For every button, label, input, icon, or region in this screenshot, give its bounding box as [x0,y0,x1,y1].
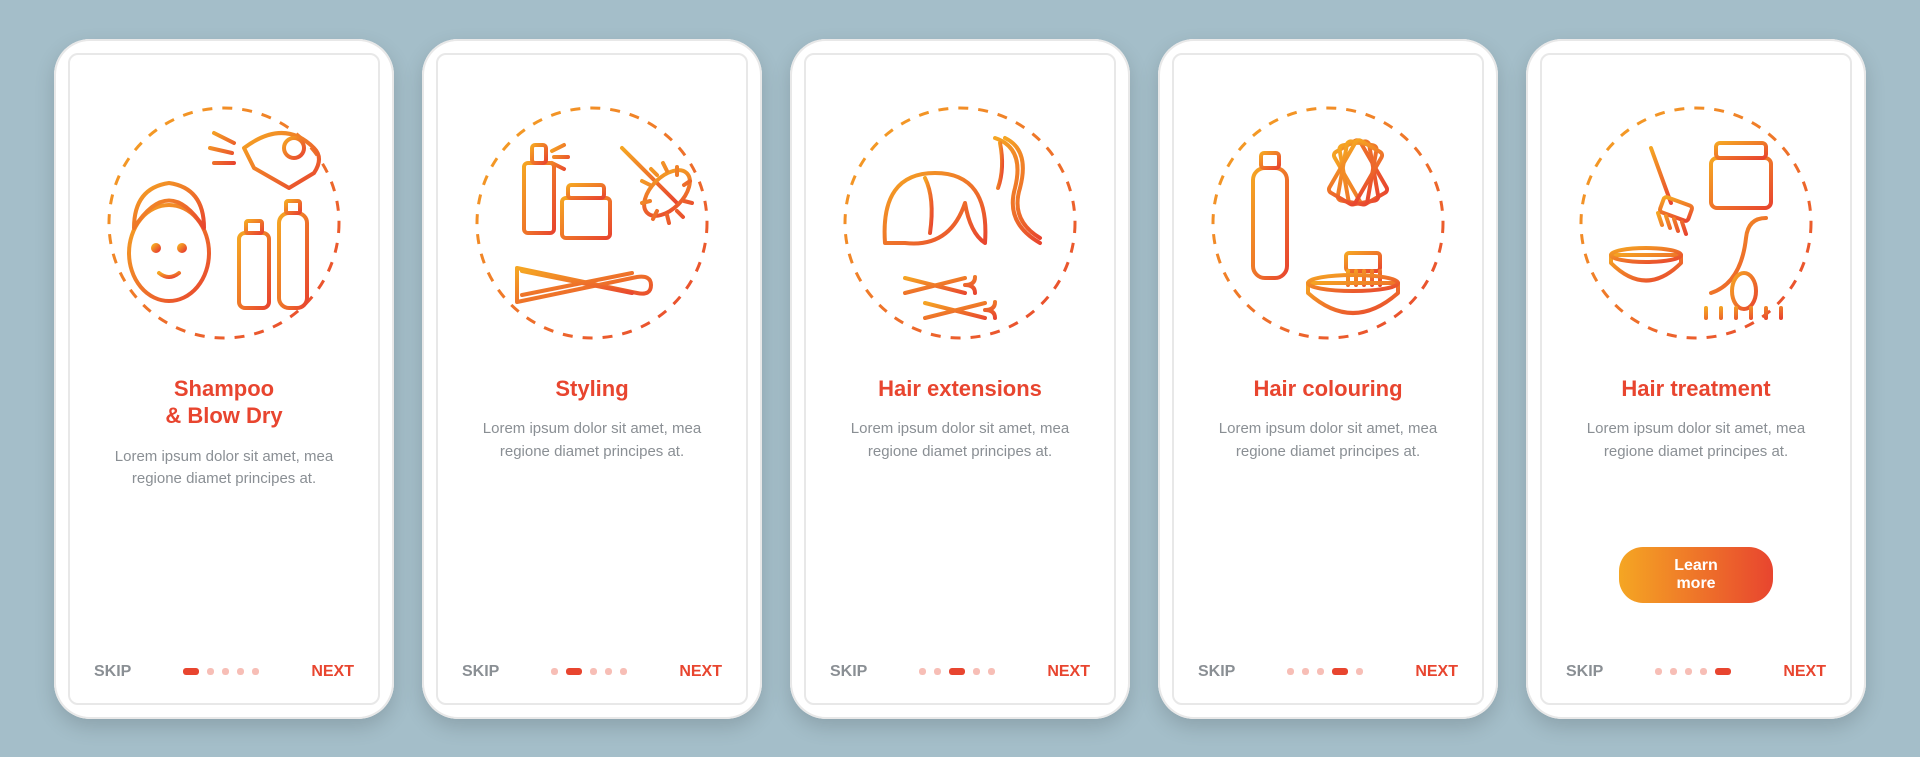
page-dot[interactable] [949,668,965,675]
next-button[interactable]: NEXT [1415,663,1458,681]
skip-button[interactable]: SKIP [1198,663,1235,681]
styling-icon [462,93,722,353]
page-dot[interactable] [551,668,558,675]
skip-button[interactable]: SKIP [462,663,499,681]
page-dot[interactable] [222,668,229,675]
screen-description: Lorem ipsum dolor sit amet, mea regione … [467,418,717,463]
page-dots [1287,668,1363,675]
page-dot[interactable] [1700,668,1707,675]
onboarding-nav: SKIP NEXT [1566,663,1826,681]
page-dots [551,668,627,675]
screen-title: Hair colouring [1253,375,1402,403]
onboarding-nav: SKIP NEXT [462,663,722,681]
hair-colouring-icon [1198,93,1458,353]
screen-description: Lorem ipsum dolor sit amet, mea regione … [1571,418,1821,463]
skip-button[interactable]: SKIP [94,663,131,681]
page-dot[interactable] [620,668,627,675]
next-button[interactable]: NEXT [1047,663,1090,681]
page-dots [1655,668,1731,675]
page-dot[interactable] [988,668,995,675]
page-dot[interactable] [1655,668,1662,675]
skip-button[interactable]: SKIP [1566,663,1603,681]
page-dot[interactable] [934,668,941,675]
page-dot[interactable] [1317,668,1324,675]
page-dot[interactable] [1287,668,1294,675]
onboarding-screen: Hair treatment Lorem ipsum dolor sit ame… [1540,53,1852,705]
phone-frame: Styling Lorem ipsum dolor sit amet, mea … [422,39,762,719]
page-dot[interactable] [590,668,597,675]
page-dot[interactable] [183,668,199,675]
screen-title: Shampoo & Blow Dry [165,375,282,430]
next-button[interactable]: NEXT [311,663,354,681]
page-dot[interactable] [605,668,612,675]
onboarding-nav: SKIP NEXT [1198,663,1458,681]
screen-title: Hair treatment [1621,375,1770,403]
learn-more-button[interactable]: Learn more [1619,547,1773,603]
screen-title: Hair extensions [878,375,1042,403]
page-dot[interactable] [1356,668,1363,675]
onboarding-nav: SKIP NEXT [94,663,354,681]
hair-treatment-icon [1566,93,1826,353]
page-dot[interactable] [973,668,980,675]
phone-frame: Hair treatment Lorem ipsum dolor sit ame… [1526,39,1866,719]
onboarding-nav: SKIP NEXT [830,663,1090,681]
next-button[interactable]: NEXT [1783,663,1826,681]
hair-extensions-icon [830,93,1090,353]
page-dot[interactable] [1715,668,1731,675]
page-dot[interactable] [207,668,214,675]
onboarding-screen: Styling Lorem ipsum dolor sit amet, mea … [436,53,748,705]
page-dot[interactable] [566,668,582,675]
onboarding-screen: Hair extensions Lorem ipsum dolor sit am… [804,53,1116,705]
screen-description: Lorem ipsum dolor sit amet, mea regione … [835,418,1085,463]
page-dot[interactable] [1670,668,1677,675]
skip-button[interactable]: SKIP [830,663,867,681]
page-dot[interactable] [1302,668,1309,675]
page-dot[interactable] [252,668,259,675]
page-dot[interactable] [1332,668,1348,675]
phone-frame: Hair extensions Lorem ipsum dolor sit am… [790,39,1130,719]
page-dot[interactable] [1685,668,1692,675]
page-dot[interactable] [237,668,244,675]
page-dot[interactable] [919,668,926,675]
screen-description: Lorem ipsum dolor sit amet, mea regione … [1203,418,1453,463]
phone-frame: Shampoo & Blow Dry Lorem ipsum dolor sit… [54,39,394,719]
page-dots [919,668,995,675]
screen-description: Lorem ipsum dolor sit amet, mea regione … [99,446,349,491]
next-button[interactable]: NEXT [679,663,722,681]
page-dots [183,668,259,675]
shampoo-blow-dry-icon [94,93,354,353]
phone-frame: Hair colouring Lorem ipsum dolor sit ame… [1158,39,1498,719]
screen-title: Styling [555,375,628,403]
onboarding-screen: Hair colouring Lorem ipsum dolor sit ame… [1172,53,1484,705]
onboarding-screen: Shampoo & Blow Dry Lorem ipsum dolor sit… [68,53,380,705]
